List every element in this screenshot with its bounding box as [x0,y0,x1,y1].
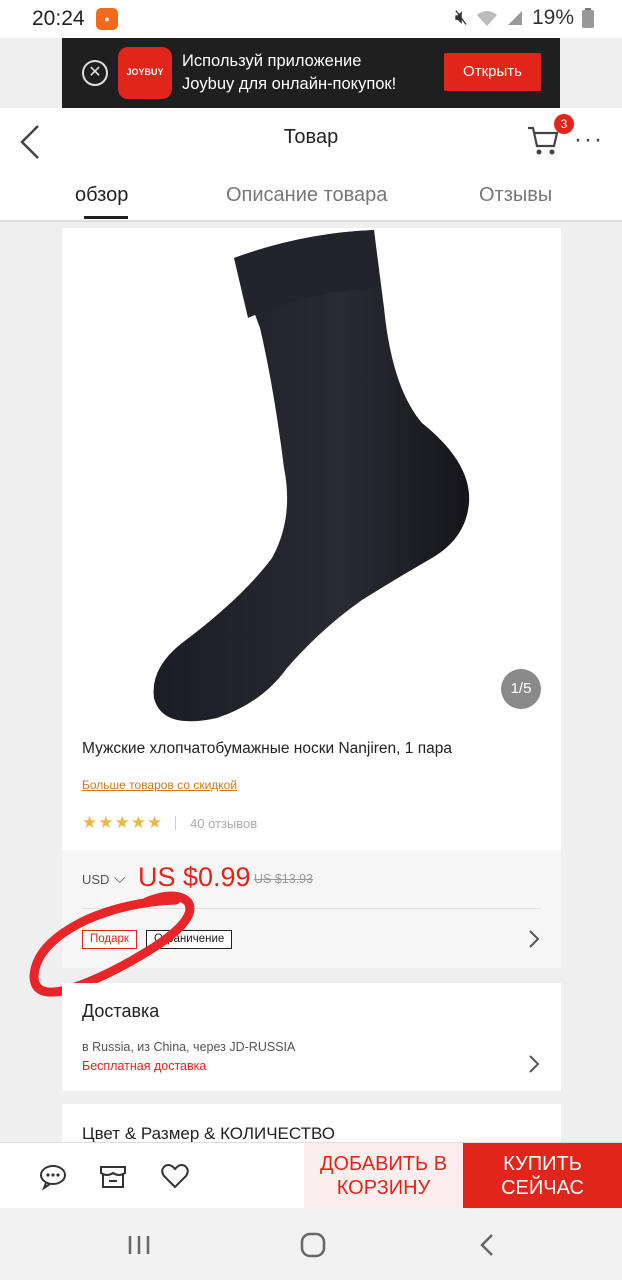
delivery-route: в Russia, из China, через JD-RUSSIA [82,1040,296,1054]
tab-reviews[interactable]: Отзывы [479,184,552,207]
tab-bar: обзор Описание товара Отзывы [0,180,622,220]
reviews-count[interactable]: 40 отзывов [190,816,257,831]
mute-icon: 🔇︎ [454,6,468,29]
discount-products-link[interactable]: Больше товаров со скидкой [82,778,237,792]
header: Товар 3 ··· обзор Описание товара Отзывы [0,108,622,222]
divider [82,908,541,909]
current-price: US $0.99 [138,862,251,892]
joybuy-app-logo: JOYBUY [118,47,172,99]
product-image-sock[interactable] [62,228,561,728]
store-icon[interactable] [98,1161,128,1191]
cart-count-badge: 3 [554,114,574,134]
price-section: USD ⌵ US $0.99 US $13.93 Подарк Ограниче… [62,850,561,968]
buy-now-button[interactable]: КУПИТЬ СЕЙЧАС [463,1143,622,1209]
currency-selector[interactable]: USD [82,872,109,887]
tab-description[interactable]: Описание товара [226,184,387,207]
rating-separator [175,816,176,830]
star-icon: ★ [82,813,98,832]
chevron-right-icon[interactable] [527,928,541,950]
free-delivery-label: Бесплатная доставка [82,1059,207,1073]
chevron-down-icon[interactable]: ⌵ [114,870,125,887]
app-notification-icon: ● [96,8,118,30]
banner-message-line2: Joybuy для онлайн-покупок! [182,75,397,93]
banner-message-line1: Используй приложение [182,52,362,70]
banner-message: Используй приложение Joybuy для онлайн-п… [182,50,396,96]
add-to-cart-button[interactable]: ДОБАВИТЬ В КОРЗИНУ [304,1143,463,1209]
clock: 20:24 [32,7,85,30]
more-options-icon[interactable]: ··· [574,126,604,154]
open-app-button[interactable]: Открыть [444,53,541,91]
image-counter: 1/5 [501,669,541,709]
signal-icon [507,11,522,25]
product-title: Мужские хлопчатобумажные носки Nanjiren,… [82,740,452,757]
recent-apps-icon[interactable] [124,1230,154,1260]
buy-now-label-line1: КУПИТЬ [503,1153,582,1175]
wifi-icon [476,11,497,26]
system-icons: 🔇︎ 19% [455,6,594,30]
delivery-title: Доставка [82,1001,160,1021]
product-card: 1/5 Мужские хлопчатобумажные носки Nanji… [62,228,561,850]
chat-icon[interactable] [38,1161,68,1191]
active-tab-indicator [84,216,128,219]
rating-stars: ★ ★ ★ ★ ★ [82,813,162,833]
delivery-section[interactable]: Доставка в Russia, из China, через JD-RU… [62,983,561,1091]
star-icon: ★ [114,813,130,832]
variant-section[interactable]: Цвет & Размер & КОЛИЧЕСТВО [62,1104,561,1144]
variant-title: Цвет & Размер & КОЛИЧЕСТВО [82,1124,335,1143]
system-nav-bar [0,1208,622,1280]
add-to-cart-label-line2: КОРЗИНУ [336,1177,431,1199]
add-to-cart-label-line1: ДОБАВИТЬ В [319,1153,448,1175]
battery-level: 19% [531,6,574,29]
back-icon[interactable] [472,1230,502,1260]
close-banner-icon[interactable]: ✕ [82,60,108,86]
bottom-action-bar: ДОБАВИТЬ В КОРЗИНУ КУПИТЬ СЕЙЧАС [0,1142,622,1209]
star-icon: ★ [130,813,146,832]
buy-now-label-line2: СЕЙЧАС [501,1177,584,1199]
status-bar: 20:24 ● 🔇︎ 19% [0,0,622,38]
tab-overview[interactable]: обзор [75,184,128,207]
star-icon: ★ [98,813,114,832]
gift-tag[interactable]: Подарк [82,930,137,949]
battery-icon [582,8,594,28]
home-icon[interactable] [298,1230,328,1260]
original-price: US $13.93 [254,872,314,886]
limit-tag[interactable]: Ограничение [146,930,233,949]
chevron-right-icon[interactable] [527,1053,541,1075]
heart-icon[interactable] [160,1161,190,1191]
app-install-banner: ✕ JOYBUY Используй приложение Joybuy для… [62,38,560,108]
star-icon: ★ [147,813,163,832]
